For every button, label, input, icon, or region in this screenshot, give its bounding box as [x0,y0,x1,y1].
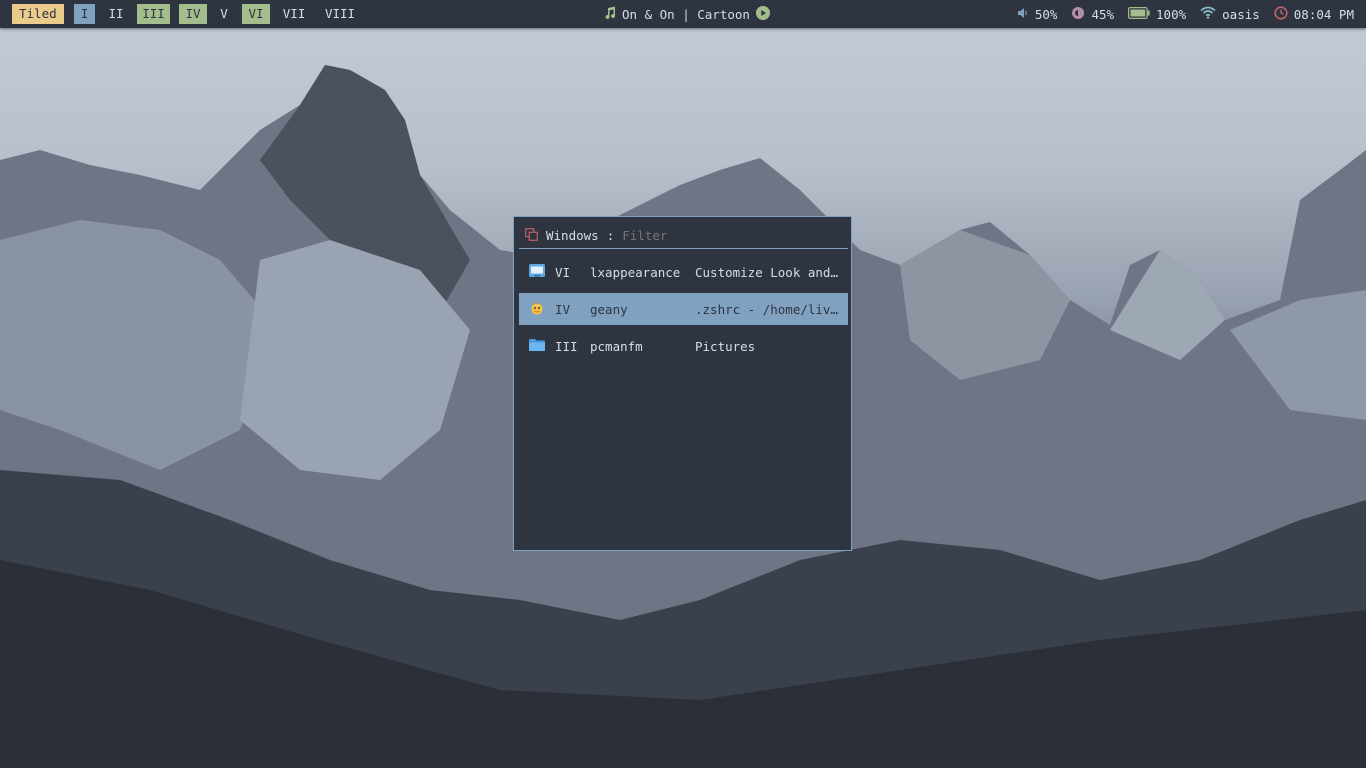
music-note-icon [604,6,616,22]
brightness-icon [1071,6,1085,23]
volume-value: 50% [1034,6,1058,22]
volume-icon [1017,7,1029,22]
music-track: On & On | Cartoon [622,6,750,22]
wifi-icon [1200,6,1216,22]
prompt-separator: : [606,228,615,243]
volume-module[interactable]: 50% [1017,6,1058,22]
workspace-6[interactable]: VI [242,4,270,24]
workspace-3[interactable]: III [137,4,170,24]
switcher-header: Windows : [519,223,848,249]
music-module[interactable]: On & On | Cartoon [604,0,770,28]
entry-workspace: VI [555,264,571,280]
entry-title: Customize Look and Feel [695,264,845,280]
network-name: oasis [1222,6,1260,22]
window-entry-selected[interactable]: IV geany .zshrc - /home/liveuser - Geany [519,293,848,325]
brightness-value: 45% [1091,6,1115,22]
filter-input[interactable] [622,228,823,243]
entry-title: .zshrc - /home/liveuser - Geany [695,301,845,317]
lxappearance-icon [529,263,545,281]
workspace-5[interactable]: V [215,4,233,24]
clock-module[interactable]: 08:04 PM [1274,5,1354,23]
workspace-8[interactable]: VIII [322,4,358,24]
window-entry[interactable]: VI lxappearance Customize Look and Feel [519,256,848,288]
clock-icon [1274,5,1288,23]
window-switcher: Windows : VI lxappearance Customize Look… [513,216,852,551]
layout-indicator[interactable]: Tiled [12,4,64,24]
workspace-4[interactable]: IV [179,4,207,24]
entry-workspace: IV [555,301,571,317]
entry-app: pcmanfm [590,338,643,354]
workspace-2[interactable]: II [104,4,128,24]
windows-icon [525,227,538,244]
clock-time: 08:04 PM [1293,6,1354,22]
window-entry[interactable]: III pcmanfm Pictures [519,330,848,362]
entry-workspace: III [555,338,578,354]
switcher-prompt: Windows [546,228,599,243]
workspace-1[interactable]: I [74,4,95,24]
battery-module[interactable]: 100% [1128,7,1186,22]
folder-icon [529,338,545,354]
workspace-7[interactable]: VII [280,4,308,24]
entry-app: geany [590,301,628,317]
geany-icon [530,301,544,318]
entry-title: Pictures [695,338,756,354]
battery-icon [1128,6,1150,22]
network-module[interactable]: oasis [1200,6,1260,22]
top-bar: Tiled I II III IV V VI VII VIII On & On … [0,0,1366,28]
entry-app: lxappearance [590,264,681,280]
battery-value: 100% [1156,6,1187,22]
play-icon[interactable] [755,5,770,23]
brightness-module[interactable]: 45% [1071,6,1114,23]
